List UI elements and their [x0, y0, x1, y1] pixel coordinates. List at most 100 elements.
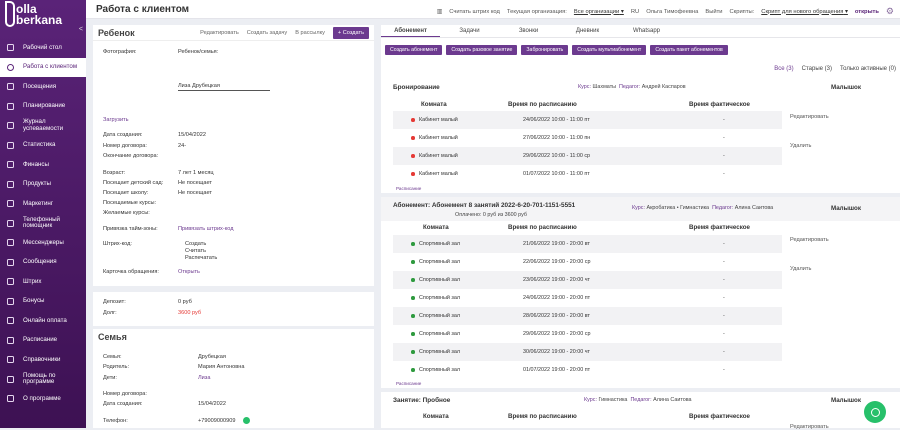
add-to-mailing-button[interactable]: В рассылку: [295, 30, 325, 36]
action-button-1[interactable]: Создать разовое занятие: [446, 45, 518, 55]
whatsapp-chat-button[interactable]: [864, 401, 886, 423]
booking-schedule-link[interactable]: Расписание: [396, 186, 421, 191]
sidebar-item-1[interactable]: Работа с клиентом: [0, 57, 86, 77]
table-row[interactable]: Спортивный зал 21/06/2022 19:00 - 20:00 в…: [393, 235, 782, 253]
trial-edit-link[interactable]: Редактировать: [790, 424, 829, 430]
sidebar-item-11[interactable]: Сообщения: [0, 253, 86, 273]
lang-select[interactable]: RU: [631, 9, 639, 15]
open-script-link[interactable]: открыть: [855, 9, 879, 15]
trial-title: Занятие: Пробное: [393, 397, 451, 404]
create-task-button[interactable]: Создать задачу: [247, 30, 287, 36]
actual-time-cell: -: [723, 153, 725, 159]
logo[interactable]: olla berkana <: [0, 0, 86, 38]
sidebar-item-16[interactable]: Справочники: [0, 350, 86, 370]
kid-link[interactable]: Лиза: [198, 375, 210, 381]
filter-all[interactable]: Все (3): [774, 66, 793, 72]
sidebar-item-14[interactable]: Онлайн оплата: [0, 311, 86, 331]
visits-icon: [7, 83, 14, 91]
org-label: Текущая организация:: [506, 8, 567, 15]
photo-label: Фотография:: [103, 49, 137, 55]
tab-0[interactable]: Абонемент: [381, 25, 440, 37]
room-cell: Спортивный зал: [419, 241, 461, 247]
barcode-read-link[interactable]: Считать: [185, 248, 206, 254]
logo-mark-icon: [5, 1, 15, 27]
table-row[interactable]: Спортивный зал 29/06/2022 19:00 - 20:00 с…: [393, 325, 782, 343]
sidebar-item-18[interactable]: О программе: [0, 389, 86, 409]
subscription-delete-link[interactable]: Удалить: [790, 266, 811, 272]
sidebar-item-2[interactable]: Посещения: [0, 77, 86, 97]
subscription-schedule-link[interactable]: Расписание: [396, 381, 421, 386]
wish-courses-row: Желаемые курсы:: [103, 210, 150, 216]
tab-4[interactable]: Whatsapp: [617, 25, 676, 37]
subscription-edit-link[interactable]: Редактировать: [790, 237, 829, 243]
room-cell: Спортивный зал: [419, 349, 461, 355]
action-button-2[interactable]: Забронировать: [521, 45, 569, 55]
org-select[interactable]: Все организации ▾: [574, 9, 624, 15]
action-button-0[interactable]: Создать абонемент: [385, 45, 443, 55]
table-row[interactable]: Спортивный зал 01/07/2022 19:00 - 20:00 п…: [393, 361, 782, 379]
table-row[interactable]: Кабинет малый 27/06/2022 10:00 - 11:00 пн…: [393, 129, 782, 147]
barcode-scan-icon[interactable]: ▥: [437, 9, 442, 15]
sidebar-item-label: Справочники: [23, 355, 61, 363]
settings-gear-icon[interactable]: ⚙: [886, 6, 894, 17]
sidebar-item-12[interactable]: Штрих: [0, 272, 86, 292]
create-button[interactable]: + Создать: [332, 26, 369, 39]
sidebar-item-7[interactable]: Продукты: [0, 175, 86, 195]
sidebar-item-0[interactable]: Рабочий стол: [0, 38, 86, 58]
room-cell: Спортивный зал: [419, 277, 461, 283]
debt-row: Долг: 3600 руб: [103, 310, 202, 316]
sidebar-item-6[interactable]: Финансы: [0, 155, 86, 175]
booking-meta: Курс: Шахматы Педагог: Андрей Каспаров: [578, 84, 686, 90]
bind-barcode-link[interactable]: Привязать штрих-код: [178, 226, 233, 232]
actual-time-cell: -: [723, 367, 725, 373]
barcode-print-link[interactable]: Распечатать: [185, 255, 217, 261]
filter-old[interactable]: Старые (3): [802, 66, 832, 72]
sidebar-item-4[interactable]: Журнал успеваемости: [0, 116, 86, 136]
sidebar-item-3[interactable]: Планирование: [0, 97, 86, 117]
planned-time-cell: 24/06/2022 10:00 - 11:00 пт: [523, 117, 590, 123]
sidebar-item-13[interactable]: Бонусы: [0, 292, 86, 312]
table-row[interactable]: Спортивный зал 23/06/2022 19:00 - 20:00 ч…: [393, 271, 782, 289]
school-row: Посещает школу: Не посещает: [103, 190, 212, 196]
barcode-create-link[interactable]: Создать: [185, 241, 206, 247]
sidebar-item-10[interactable]: Мессенджеры: [0, 233, 86, 253]
ticket-card-row: Карточка обращения: Открыть: [103, 269, 200, 275]
logout-link[interactable]: Выйти: [705, 9, 722, 15]
status-dot-icon: [411, 172, 415, 176]
planned-time-cell: 28/06/2022 19:00 - 20:00 вт: [523, 313, 590, 319]
sidebar-item-17[interactable]: Помощь по программе: [0, 370, 86, 390]
table-row[interactable]: Спортивный зал 30/06/2022 19:00 - 20:00 ч…: [393, 343, 782, 361]
status-dot-icon: [411, 368, 415, 372]
sidebar-item-label: Помощь по программе: [23, 371, 56, 386]
upload-photo-link[interactable]: Загрузить: [103, 117, 129, 123]
open-ticket-link[interactable]: Открыть: [178, 269, 200, 275]
tab-2[interactable]: Звонки: [499, 25, 558, 37]
actual-time-cell: -: [723, 241, 725, 247]
sidebar-item-8[interactable]: Маркетинг: [0, 194, 86, 214]
booking-delete-link[interactable]: Удалить: [790, 143, 811, 149]
tab-3[interactable]: Дневник: [558, 25, 617, 37]
table-row[interactable]: Спортивный зал 24/06/2022 19:00 - 20:00 п…: [393, 289, 782, 307]
table-row[interactable]: Кабинет малый 24/06/2022 10:00 - 11:00 пт…: [393, 111, 782, 129]
table-row[interactable]: Спортивный зал 22/06/2022 19:00 - 20:00 с…: [393, 253, 782, 271]
sidebar-item-5[interactable]: Статистика: [0, 136, 86, 156]
action-button-3[interactable]: Создать мультиабонемент: [572, 45, 647, 55]
collapse-sidebar-icon[interactable]: <: [79, 26, 83, 33]
scan-barcode-link[interactable]: Считать штрих код: [449, 9, 500, 15]
client-icon: [7, 63, 14, 71]
table-row[interactable]: Кабинет малый 01/07/2022 10:00 - 11:00 пт…: [393, 165, 782, 183]
table-row[interactable]: Спортивный зал 28/06/2022 19:00 - 20:00 в…: [393, 307, 782, 325]
filter-active[interactable]: Только активные (0): [840, 66, 896, 72]
subscription-paid: Оплачено: 0 руб из 3600 руб: [455, 212, 527, 218]
table-row[interactable]: Кабинет малый 29/06/2022 10:00 - 11:00 ср…: [393, 147, 782, 165]
booking-edit-link[interactable]: Редактировать: [790, 114, 829, 120]
sidebar-item-9[interactable]: Телефонный помощник: [0, 214, 86, 234]
action-button-4[interactable]: Создать пакет абонементов: [650, 45, 728, 55]
edit-child-button[interactable]: Редактировать: [200, 30, 239, 36]
planned-time-cell: 01/07/2022 10:00 - 11:00 пт: [523, 171, 590, 177]
sidebar-item-15[interactable]: Расписание: [0, 331, 86, 351]
script-select[interactable]: Скрипт для нового обращения ▾: [761, 9, 848, 15]
sidebar-item-label: Штрих: [23, 277, 42, 285]
whatsapp-small-icon[interactable]: [243, 417, 250, 424]
tab-1[interactable]: Задачи: [440, 25, 499, 37]
